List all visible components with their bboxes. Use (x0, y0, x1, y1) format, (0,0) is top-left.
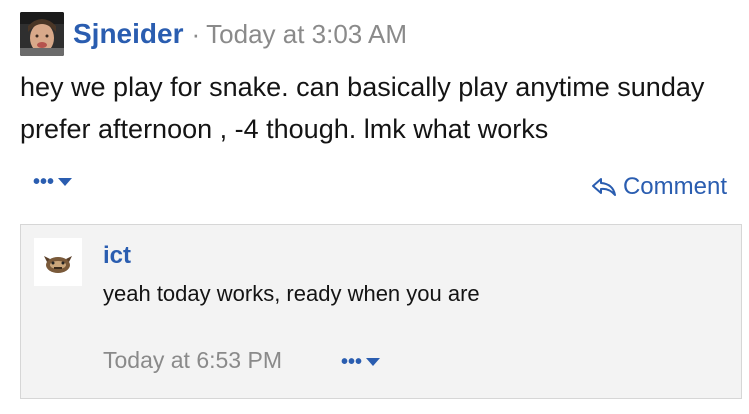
post-more-menu[interactable]: ••• (33, 171, 73, 193)
reply-author[interactable]: ict (103, 242, 131, 270)
avatar[interactable] (20, 12, 64, 56)
separator-dot: · (191, 18, 201, 49)
chevron-down-icon (366, 358, 381, 366)
post-author[interactable]: Sjneider (73, 18, 183, 50)
reply-body: yeah today works, ready when you are (103, 281, 480, 306)
post-header: Sjneider · Today at 3:03 AM (20, 12, 407, 56)
ellipsis-icon: ••• (341, 351, 363, 373)
post-body: hey we play for snake. can basically pla… (20, 72, 705, 144)
ellipsis-icon: ••• (33, 171, 55, 193)
reply-arrow-icon (591, 178, 616, 196)
chevron-down-icon (58, 178, 73, 186)
post-timestamp: Today at 3:03 AM (206, 18, 408, 49)
reply-more-menu[interactable]: ••• (341, 351, 381, 373)
reply-comment: ict yeah today works, ready when you are… (20, 224, 742, 399)
comment-label: Comment (622, 173, 727, 200)
reply-timestamp: Today at 6:53 PM (103, 347, 282, 373)
reply-avatar[interactable] (34, 238, 82, 286)
comment-button[interactable]: Comment (591, 173, 727, 201)
